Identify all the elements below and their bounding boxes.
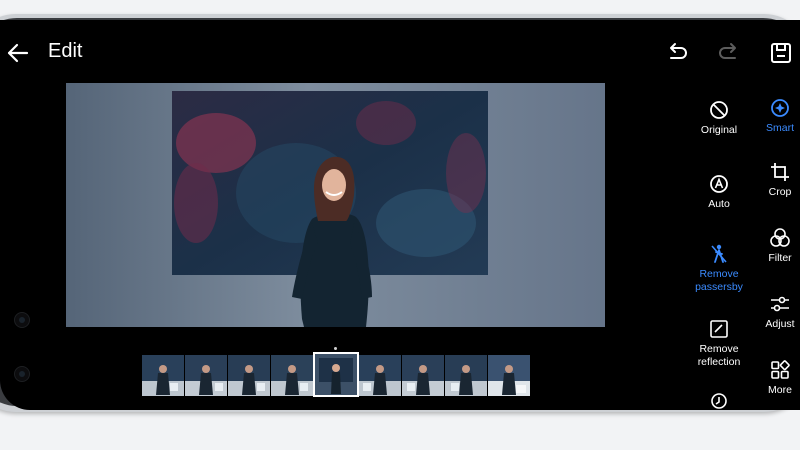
tool-smart[interactable]: Smart [745,96,800,135]
tool-label: Original [700,124,738,136]
tool-label: Adjust [765,318,795,330]
position-indicator [334,347,337,350]
tool-label: More [768,384,792,396]
rotate-icon [711,393,727,409]
top-bar: Edit [0,20,800,80]
tool-label: Auto [708,198,730,210]
tool-panel: Original Smart Auto Crop Remove passersb… [690,20,800,410]
front-camera [14,312,30,328]
tool-label: Crop [768,186,792,198]
filmstrip-frame[interactable] [228,355,270,396]
tool-partial[interactable] [684,388,754,410]
grid-more-icon [771,360,790,379]
filmstrip-frame[interactable] [445,355,487,396]
tool-filter[interactable]: Filter [745,226,800,265]
tool-label: Remove reflection [697,343,741,368]
filmstrip-frame[interactable] [271,355,313,396]
circle-slash-icon [710,101,728,119]
tool-original[interactable]: Original [684,98,754,137]
auto-icon [710,175,728,193]
crop-icon [771,163,789,181]
person-remove-icon [711,244,727,263]
filmstrip-frame[interactable] [488,355,530,396]
screen: Edit Original Smart Auto Crop Remove pas… [0,20,800,410]
tool-label: Smart [765,122,794,134]
sensor [14,366,30,382]
tool-crop[interactable]: Crop [745,160,800,199]
tool-label: Remove passersby [695,268,743,293]
tool-remove-reflection[interactable]: Remove reflection [684,317,754,369]
sliders-icon [771,296,789,312]
tool-auto[interactable]: Auto [684,172,754,211]
page-title: Edit [48,40,83,62]
undo-icon[interactable] [664,40,690,66]
tool-label: Filter [768,252,792,264]
photo-preview[interactable] [66,83,605,327]
filmstrip-frame[interactable] [359,355,401,396]
back-arrow-icon[interactable] [5,40,31,66]
tool-remove-passersby[interactable]: Remove passersby [684,242,754,294]
filmstrip[interactable] [142,352,532,398]
reflection-icon [710,320,728,338]
filmstrip-frame[interactable] [142,355,184,396]
filmstrip-frame-selected[interactable] [313,352,359,397]
filmstrip-frame[interactable] [185,355,227,396]
filter-icon [770,228,790,247]
filmstrip-frame[interactable] [402,355,444,396]
smart-icon [771,99,789,117]
